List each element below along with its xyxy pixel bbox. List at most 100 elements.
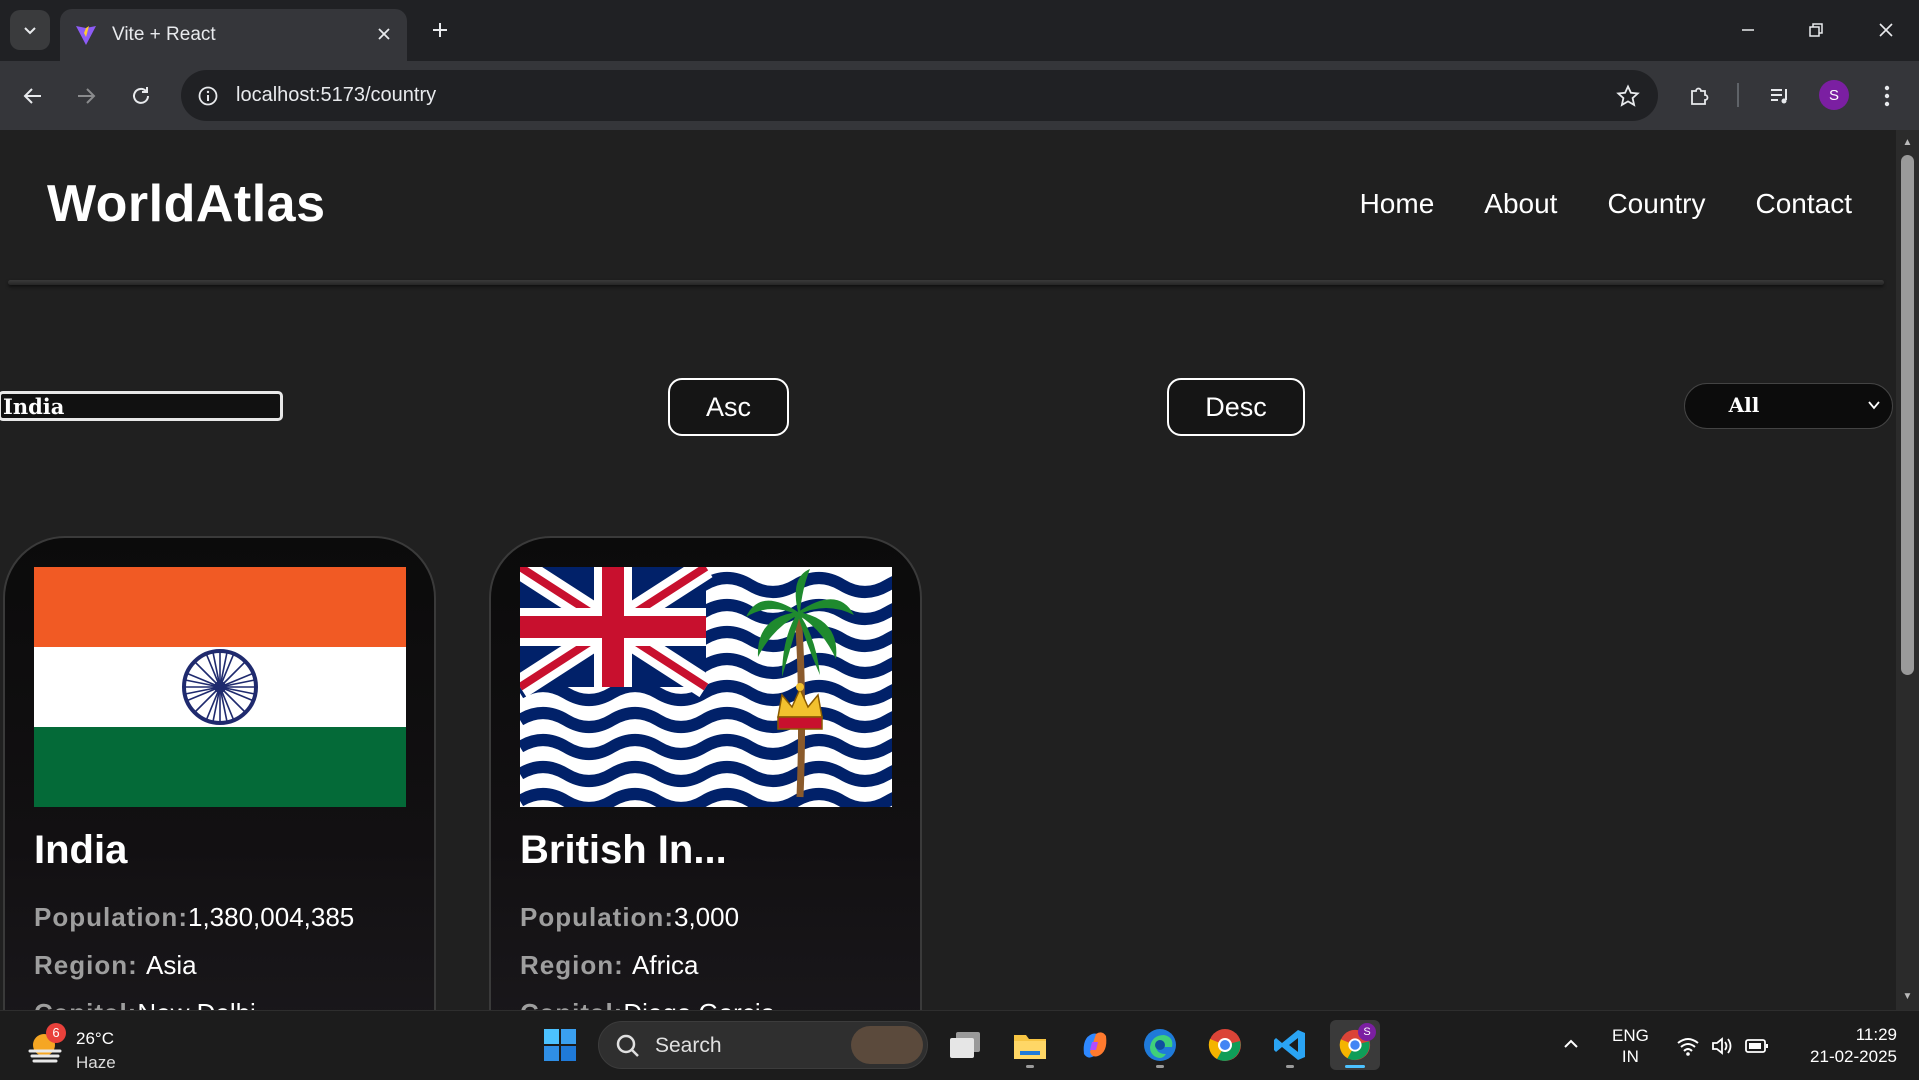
sort-desc-button[interactable]: Desc — [1167, 378, 1305, 436]
puzzle-icon — [1691, 87, 1709, 105]
running-indicator — [1156, 1065, 1164, 1068]
region-value: Africa — [632, 950, 699, 980]
wifi-icon — [1677, 1038, 1699, 1056]
site-logo[interactable]: WorldAtlas — [47, 174, 326, 234]
new-tab-button[interactable] — [424, 14, 456, 46]
plus-icon — [433, 23, 447, 37]
battery-icon — [1745, 1039, 1768, 1053]
bookmark-star-icon[interactable] — [1612, 80, 1644, 112]
media-control-button[interactable] — [1761, 77, 1799, 115]
capital-label: Capital: — [520, 998, 623, 1010]
reload-button[interactable] — [122, 77, 160, 115]
chrome-profile-active-button[interactable]: S — [1330, 1020, 1380, 1070]
capital-label: Capital: — [34, 998, 137, 1010]
chrome-button[interactable] — [1200, 1020, 1250, 1070]
running-indicator — [1286, 1065, 1294, 1068]
edge-browser-button[interactable] — [1135, 1020, 1185, 1070]
region-value: Asia — [146, 950, 197, 980]
population-row: Population:3,000 — [520, 902, 739, 933]
page-scrollbar[interactable]: ▲ ▼ — [1896, 130, 1919, 1010]
clock-time: 11:29 — [1855, 1025, 1897, 1044]
vscode-icon — [1274, 1030, 1305, 1060]
browser-menu-button[interactable] — [1868, 77, 1906, 115]
main-nav: Home About Country Contact — [1360, 188, 1852, 220]
forward-button[interactable] — [67, 77, 105, 115]
tab-search-dropdown-button[interactable] — [10, 10, 50, 50]
weather-widget[interactable]: 6 26°C Haze — [26, 1019, 136, 1072]
windows-taskbar: 6 26°C Haze Search S ENG IN 11:29 21-02-… — [0, 1010, 1919, 1080]
population-value: 1,380,004,385 — [187, 902, 355, 932]
browser-tab[interactable]: Vite + React — [60, 9, 407, 61]
header-divider — [8, 280, 1884, 285]
population-label: Population: — [520, 902, 674, 932]
address-bar[interactable]: localhost:5173/country — [181, 70, 1658, 121]
vite-logo-icon — [72, 21, 100, 49]
clock-date: 21-02-2025 — [1810, 1047, 1897, 1066]
chrome-profile-badge: S — [1358, 1023, 1376, 1041]
weather-condition: Haze — [76, 1053, 116, 1072]
tab-title: Vite + React — [112, 24, 216, 45]
music-queue-icon — [1771, 89, 1787, 104]
tab-close-button[interactable] — [371, 21, 397, 47]
scroll-up-arrow-icon[interactable]: ▲ — [1901, 136, 1914, 149]
capital-value: New Delhi — [137, 998, 256, 1010]
arrow-left-icon — [23, 88, 41, 104]
country-name: British In... — [520, 828, 727, 872]
restore-icon — [1809, 23, 1823, 37]
region-row: Region: Africa — [520, 950, 698, 981]
page-viewport: WorldAtlas Home About Country Contact As… — [0, 130, 1896, 1010]
nav-link-country[interactable]: Country — [1607, 188, 1705, 220]
running-indicator — [1026, 1065, 1034, 1068]
language-code: ENG — [1612, 1026, 1649, 1045]
minimize-window-button[interactable] — [1720, 8, 1776, 52]
language-indicator[interactable]: ENG IN — [1612, 1025, 1649, 1067]
search-highlight-image — [851, 1026, 923, 1064]
toolbar-separator — [1737, 83, 1739, 107]
restore-window-button[interactable] — [1788, 8, 1844, 52]
site-info-icon[interactable] — [193, 81, 223, 111]
country-card[interactable]: British In... Population:3,000 Region: A… — [489, 536, 922, 1010]
population-label: Population: — [34, 902, 188, 932]
country-name: India — [34, 828, 128, 872]
close-icon — [378, 28, 390, 40]
nav-link-home[interactable]: Home — [1360, 188, 1435, 220]
taskbar-search-box[interactable]: Search — [598, 1021, 928, 1069]
start-button[interactable] — [535, 1020, 585, 1070]
chevron-down-icon — [24, 27, 36, 35]
taskbar-search-label: Search — [655, 1034, 722, 1057]
sort-asc-button[interactable]: Asc — [668, 378, 789, 436]
copilot-button[interactable] — [1070, 1020, 1120, 1070]
profile-avatar[interactable]: S — [1819, 80, 1849, 110]
vscode-button[interactable] — [1265, 1020, 1315, 1070]
active-indicator — [1345, 1065, 1365, 1068]
close-icon — [1879, 23, 1893, 37]
task-view-icon — [950, 1032, 980, 1058]
volume-icon — [1712, 1037, 1732, 1055]
scrollbar-thumb[interactable] — [1901, 155, 1914, 675]
extensions-button[interactable] — [1681, 77, 1719, 115]
more-vertical-icon — [1884, 85, 1890, 107]
population-value: 3,000 — [673, 902, 740, 932]
country-card[interactable]: India Population:1,380,004,385 Region: A… — [3, 536, 436, 1010]
region-label: Region: — [520, 950, 632, 980]
country-search-input[interactable] — [0, 391, 283, 421]
task-view-button[interactable] — [940, 1020, 990, 1070]
weather-notification-badge: 6 — [46, 1023, 66, 1043]
browser-tab-bar: Vite + React — [0, 0, 1919, 61]
region-label: Region: — [34, 950, 146, 980]
chevron-up-icon[interactable] — [1562, 1035, 1580, 1053]
file-explorer-button[interactable] — [1005, 1020, 1055, 1070]
url-text[interactable]: localhost:5173/country — [236, 84, 436, 107]
nav-link-about[interactable]: About — [1484, 188, 1557, 220]
region-filter-select[interactable]: All — [1684, 383, 1893, 429]
close-window-button[interactable] — [1858, 8, 1914, 52]
system-clock[interactable]: 11:29 21-02-2025 — [1810, 1024, 1897, 1068]
chevron-down-icon — [1868, 401, 1880, 410]
india-flag — [34, 567, 406, 807]
search-icon — [616, 1034, 639, 1057]
nav-link-contact[interactable]: Contact — [1756, 188, 1853, 220]
reload-icon — [133, 87, 149, 104]
back-button[interactable] — [14, 77, 52, 115]
system-tray[interactable] — [1676, 1035, 1770, 1057]
scroll-down-arrow-icon[interactable]: ▼ — [1901, 990, 1914, 1003]
